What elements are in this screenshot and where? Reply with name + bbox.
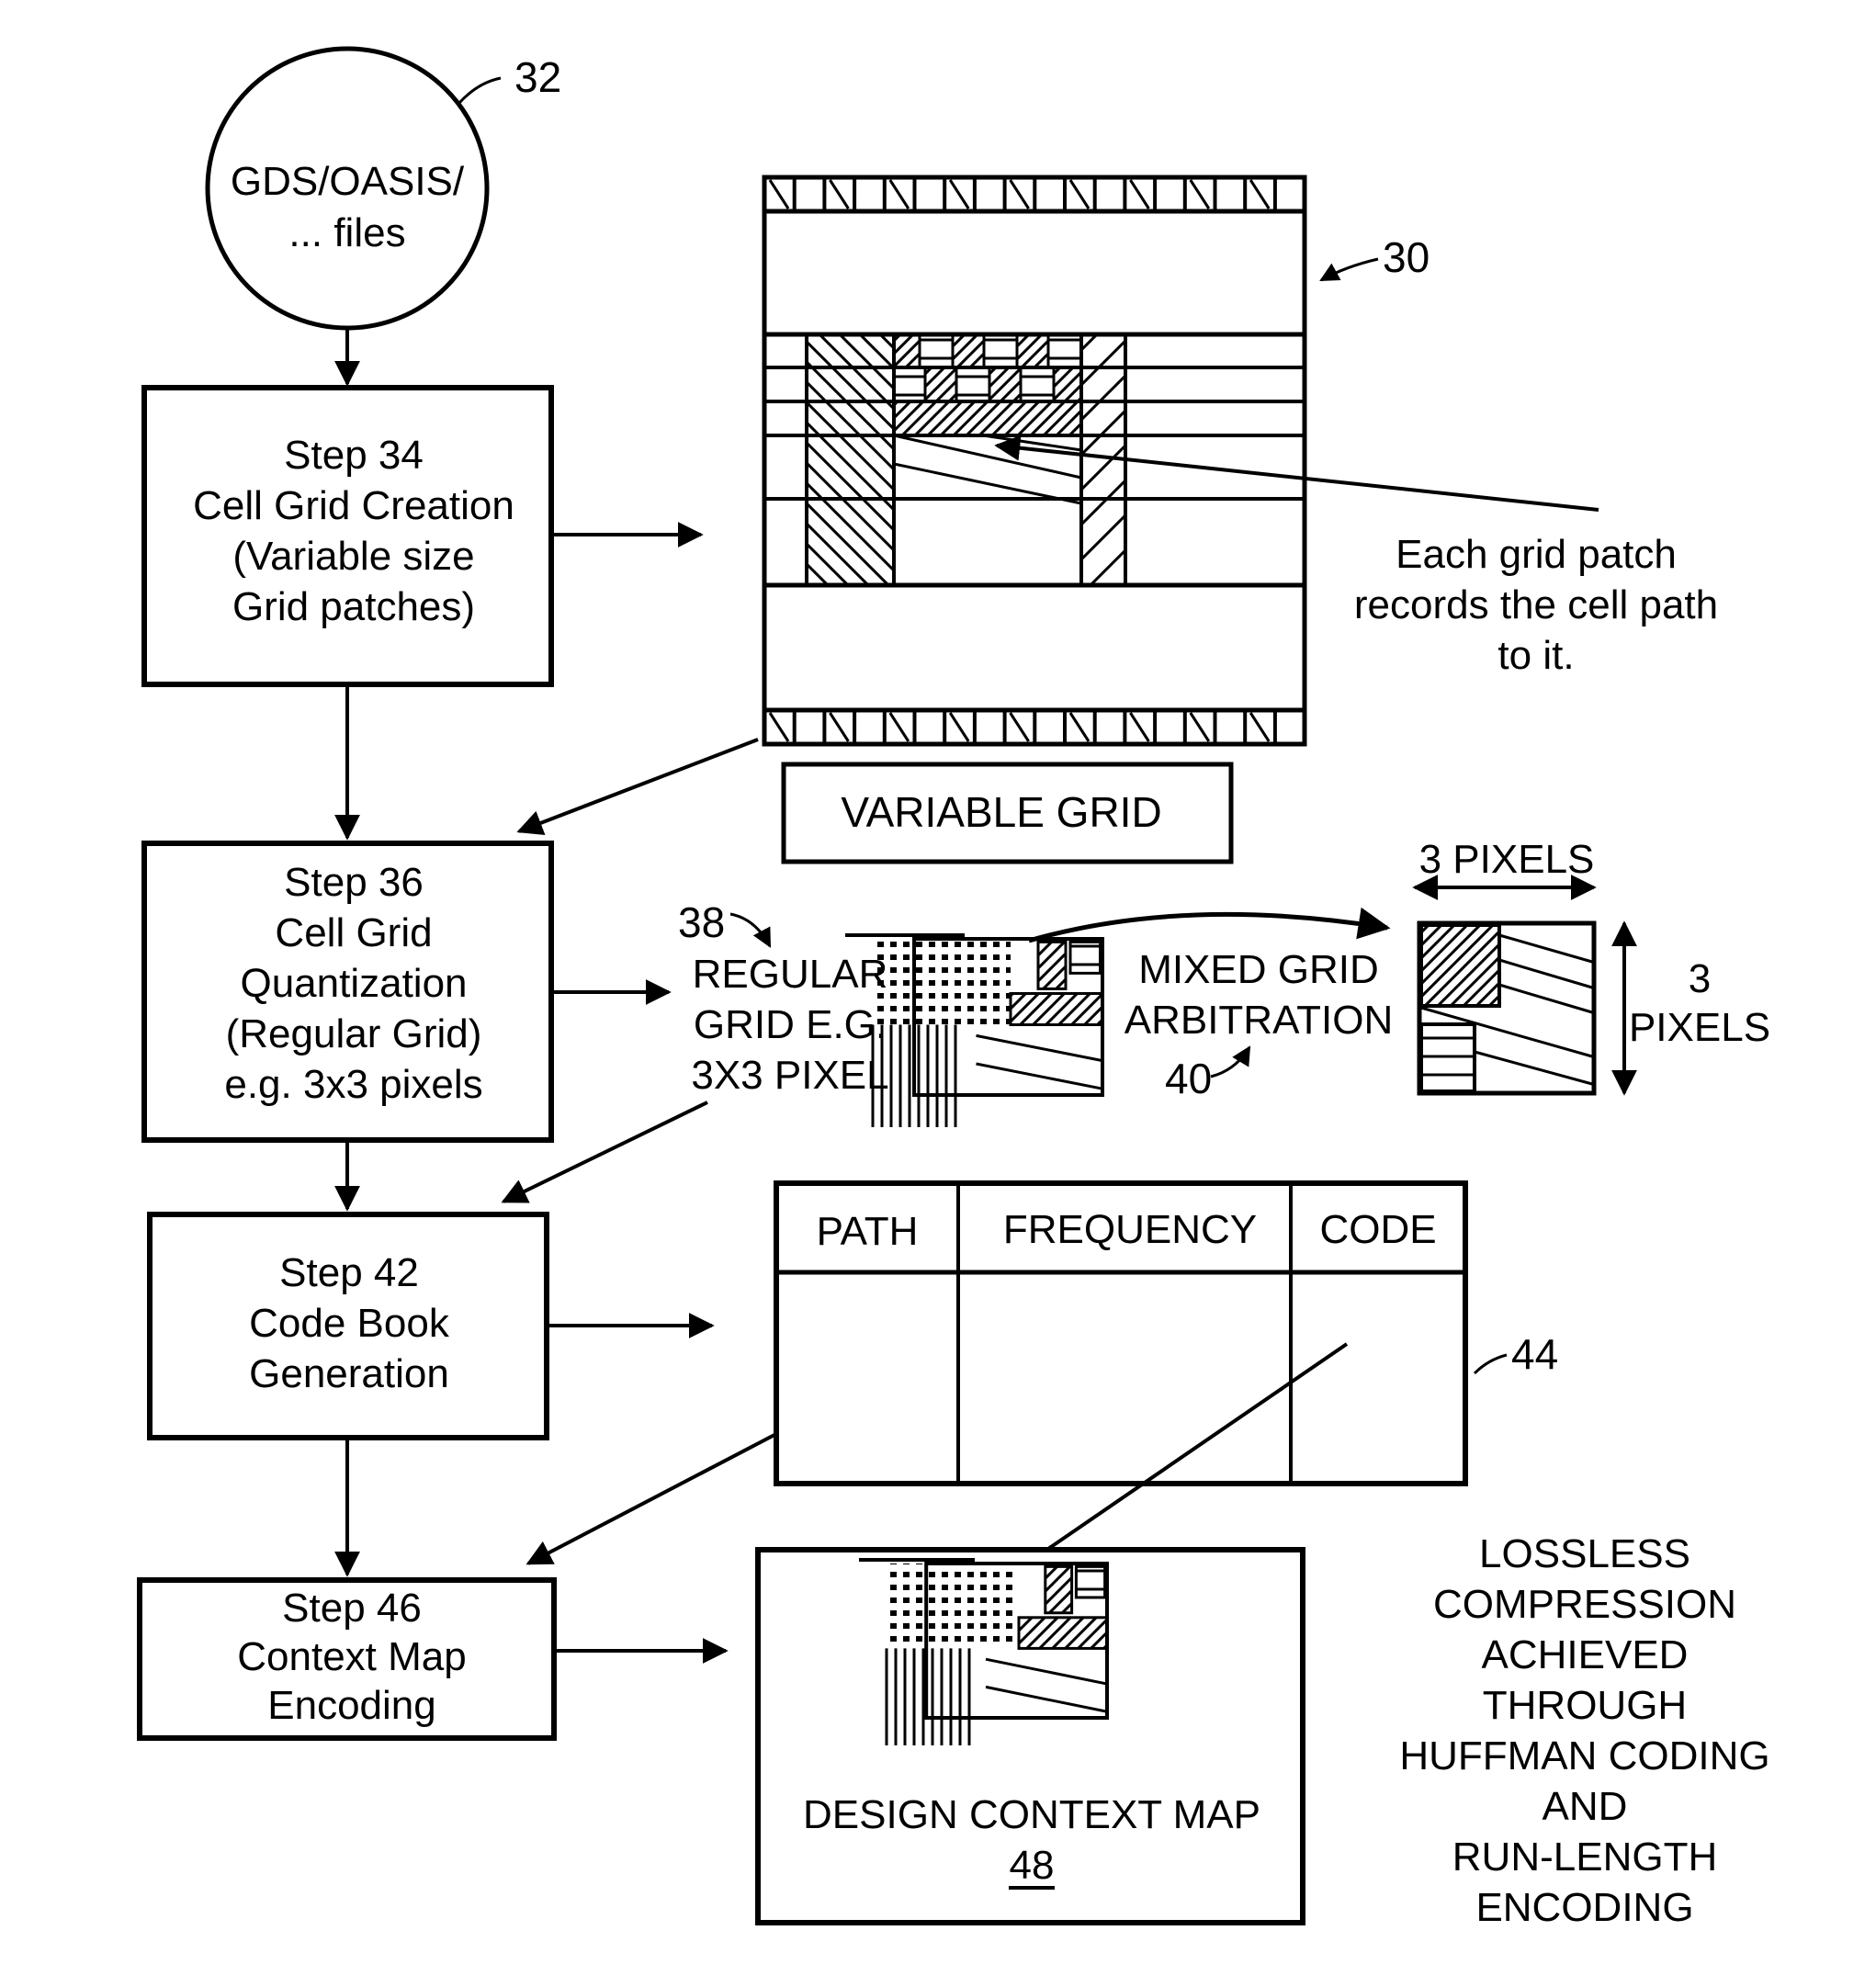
source-label-line-2: ... files [288, 210, 405, 255]
small-patch-region [892, 333, 1083, 437]
variable-grid-figure [762, 175, 1307, 747]
left-hatched-cell [805, 333, 896, 587]
arrow-codebook-to-step46 [526, 1433, 775, 1565]
hatched-cell [1017, 1616, 1109, 1650]
column-header-path: PATH [817, 1209, 919, 1254]
ref-32-leader [458, 76, 502, 105]
regular-grid-label: REGULAR GRID E.G. 3X3 PIXEL [691, 952, 888, 1098]
step-36-line-1: Step 36 [284, 860, 424, 905]
step-34-line-2: Cell Grid Creation [193, 483, 514, 528]
ref-40-leader [1210, 1045, 1251, 1078]
context-map-label: DESIGN CONTEXT MAP [803, 1792, 1260, 1837]
step-46-box: Step 46 Context Map Encoding [137, 1577, 557, 1741]
arrow-grid-to-step36 [516, 738, 759, 836]
variable-grid-label-box: VARIABLE GRID [781, 762, 1234, 864]
step-46-line-3: Encoding [267, 1683, 435, 1728]
step-42-box: Step 42 Code Book Generation [147, 1212, 549, 1440]
compression-line-5: HUFFMAN CODING [1399, 1733, 1769, 1778]
ref-32-label: 32 [514, 53, 561, 101]
step-36-line-3: Quantization [240, 961, 467, 1006]
width-dimension-label: 3 PIXELS [1419, 837, 1595, 882]
horizontal-cell [1068, 940, 1102, 975]
step-46-line-1: Step 46 [282, 1586, 422, 1631]
compression-line-1: LOSSLESS [1479, 1531, 1690, 1576]
variable-grid-label: VARIABLE GRID [841, 788, 1161, 836]
regular-grid-line-3: 3X3 PIXEL [691, 1053, 888, 1098]
quantized-cells [887, 1564, 1019, 1649]
compression-line-6: AND [1543, 1784, 1628, 1829]
quantized-cells [873, 939, 1011, 1025]
compression-line-2: COMPRESSION [1433, 1582, 1736, 1627]
step-34-line-4: Grid patches) [232, 584, 475, 629]
ref-30-label: 30 [1383, 233, 1430, 281]
compression-line-8: ENCODING [1475, 1885, 1693, 1930]
compression-line-7: RUN-LENGTH [1452, 1835, 1717, 1880]
step-42-line-2: Code Book [249, 1301, 450, 1346]
context-map-ref: 48 [1010, 1843, 1055, 1888]
hatched-cell [1044, 1564, 1074, 1615]
grid-patch-note: Each grid patch records the cell path to… [1354, 532, 1718, 678]
step-34-line-3: (Variable size [232, 534, 474, 579]
ref-38-leader [729, 912, 772, 948]
compression-note: LOSSLESS COMPRESSION ACHIEVED THROUGH HU… [1399, 1531, 1769, 1930]
ref-40-label: 40 [1165, 1055, 1212, 1102]
hatched-cell [1036, 940, 1068, 990]
step-34-box: Step 34 Cell Grid Creation (Variable siz… [141, 385, 554, 687]
regular-grid-line-1: REGULAR [693, 952, 888, 997]
step-46-line-2: Context Map [237, 1634, 466, 1679]
note-line-2: records the cell path [1354, 582, 1718, 627]
height-dimension-line-2: PIXELS [1629, 1005, 1770, 1050]
height-dimension-line-1: 3 [1689, 956, 1711, 1001]
ref-30-leader [1319, 257, 1379, 282]
step-34-line-1: Step 34 [284, 433, 424, 478]
stripe-line [976, 1062, 1103, 1090]
ref-38-label: 38 [678, 898, 725, 946]
flowchart-diagram: GDS/OASIS/ ... files 32 Step 34 Cell Gri… [137, 46, 1770, 1930]
design-context-map-box: DESIGN CONTEXT MAP 48 [755, 1547, 1305, 1925]
arrow-to-mixed-cell [1028, 907, 1391, 943]
mixed-grid-cell [1417, 920, 1597, 1096]
step-42-line-1: Step 42 [279, 1250, 419, 1295]
ref-44-leader [1473, 1353, 1508, 1375]
step-36-line-2: Cell Grid [275, 910, 432, 955]
step-42-line-3: Generation [249, 1351, 449, 1396]
step-36-line-5: e.g. 3x3 pixels [224, 1062, 482, 1107]
stripe-line [976, 1033, 1103, 1063]
code-book-table: PATH FREQUENCY CODE [774, 1180, 1468, 1486]
step-36-box: Step 36 Cell Grid Quantization (Regular … [141, 841, 554, 1143]
step-36-line-4: (Regular Grid) [226, 1011, 482, 1056]
source-files-node: GDS/OASIS/ ... files [205, 46, 490, 331]
column-header-frequency: FREQUENCY [1003, 1207, 1257, 1252]
hatched-cell [1009, 992, 1104, 1026]
note-line-3: to it. [1497, 633, 1574, 678]
horizontal-cell [1074, 1564, 1107, 1599]
ref-44-label: 44 [1511, 1330, 1558, 1378]
source-label-line-1: GDS/OASIS/ [231, 159, 465, 204]
column-header-code: CODE [1319, 1207, 1436, 1252]
compression-line-4: THROUGH [1483, 1683, 1687, 1728]
note-line-1: Each grid patch [1396, 532, 1677, 577]
mixed-grid-label: MIXED GRID ARBITRATION [1124, 947, 1394, 1043]
regular-grid-line-2: GRID E.G. [694, 1002, 887, 1047]
mixed-grid-line-1: MIXED GRID [1138, 947, 1379, 992]
mixed-grid-line-2: ARBITRATION [1124, 998, 1394, 1043]
compression-line-3: ACHIEVED [1482, 1632, 1689, 1677]
